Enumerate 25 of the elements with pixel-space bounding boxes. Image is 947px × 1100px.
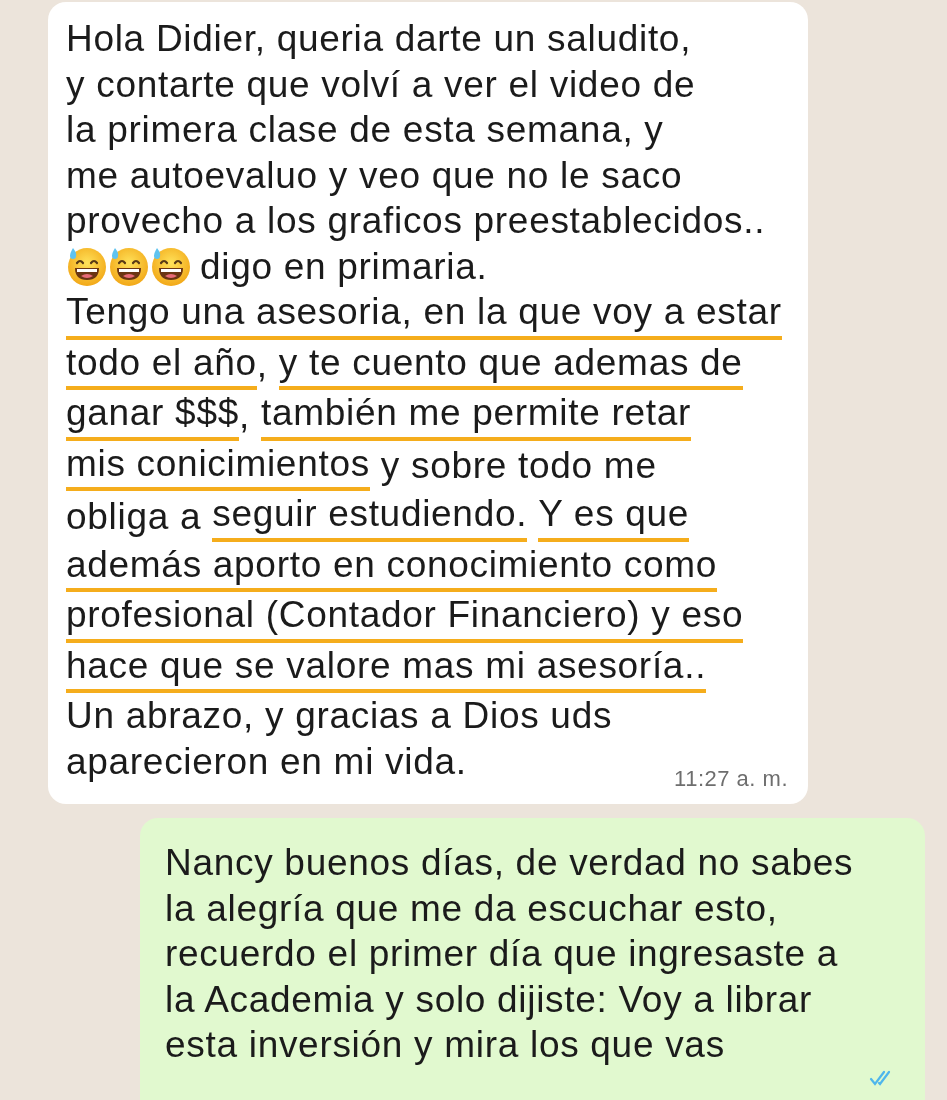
message-text: además aporto en conocimiento como (66, 541, 718, 592)
message-text: Hola Didier, queria darte un saludito, (66, 17, 692, 61)
message-text: digo en primaria. (200, 244, 488, 289)
message-text: me autoevaluo y veo que no le saco (66, 153, 683, 198)
message-text: recuerdo el primer día que ingresaste a (165, 932, 839, 976)
message-text: la alegría que me da escuchar esto, (165, 886, 778, 931)
message-text: la primera clase de esta semana, y (66, 108, 664, 152)
message-text: obliga a seguir estudiendo. Y es que (66, 491, 690, 542)
message-text: Un abrazo, y gracias a Dios uds (66, 694, 613, 738)
message-text: y contarte que volví a ver el video de (66, 62, 696, 107)
message-text: Nancy buenos días, de verdad no sabes (165, 841, 854, 885)
message-text: provecho a los graficos preestablecidos.. (66, 199, 766, 243)
message-text: ganar $$$, también me permite retar (66, 390, 692, 441)
sweat-smile-icon (150, 245, 192, 288)
message-text: la Academia y solo dijiste: Voy a librar (165, 977, 813, 1022)
message-text: Tengo una asesoria, en la que voy a estar (66, 289, 782, 340)
message-text: hace que se valore mas mi asesoría.. (66, 642, 707, 693)
message-text: mis conicimientos y sobre todo me (66, 440, 657, 491)
message-text: aparecieron en mi vida. (66, 739, 467, 784)
message-text: todo el año, y te cuento que ademas de (66, 339, 743, 390)
sweat-smile-icon (66, 245, 108, 288)
sweat-smile-icon (108, 245, 150, 288)
message-text: esta inversión y mira los que vas (165, 1023, 725, 1067)
message-time: 11:27 a. m. (674, 766, 788, 792)
message-text: profesional (Contador Financiero) y eso (66, 592, 744, 643)
